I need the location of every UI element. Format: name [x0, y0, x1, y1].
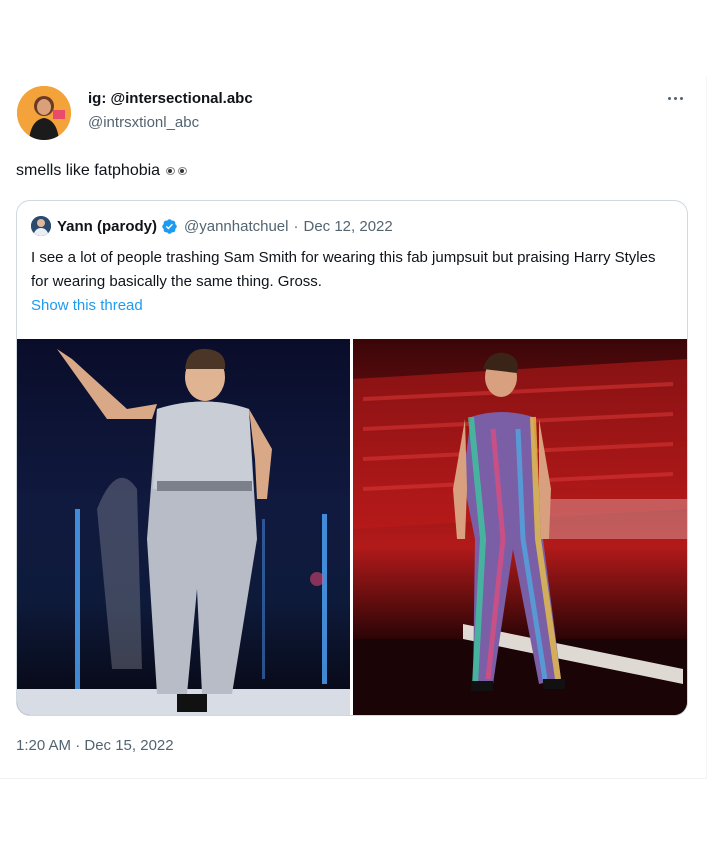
quoted-tweet-text: I see a lot of people trashing Sam Smith… — [31, 249, 656, 290]
quoted-tweet-date[interactable]: Dec 12, 2022 — [303, 218, 392, 235]
more-icon[interactable] — [660, 88, 690, 108]
quoted-author-handle: @yannhatchuel — [184, 217, 289, 235]
quoted-tweet[interactable]: Yann (parody) @yannhatchuel · Dec 12, 20… — [16, 200, 688, 716]
separator-dot: · — [293, 217, 299, 235]
tweet-timestamp[interactable]: 1:20 AM · Dec 15, 2022 — [16, 737, 174, 754]
author-handle[interactable]: @intrsxtionl_abc — [88, 114, 199, 131]
quoted-tweet-header: Yann (parody) @yannhatchuel · Dec 12, 20… — [31, 216, 393, 236]
tweet-body: smells like fatphobia — [16, 162, 161, 179]
author-name[interactable]: ig: @intersectional.abc — [88, 90, 253, 107]
tweet-text: smells like fatphobia — [16, 162, 188, 180]
show-thread-link[interactable]: Show this thread — [31, 297, 143, 314]
eyes-emoji — [166, 167, 188, 175]
author-avatar[interactable] — [17, 86, 71, 140]
verified-icon — [162, 218, 177, 234]
quoted-author-avatar — [31, 216, 51, 236]
quoted-tweet-media — [17, 339, 687, 715]
quoted-author-name: Yann (parody) — [57, 217, 158, 235]
photo-harry-styles[interactable] — [353, 339, 687, 715]
photo-sam-smith[interactable] — [17, 339, 350, 715]
